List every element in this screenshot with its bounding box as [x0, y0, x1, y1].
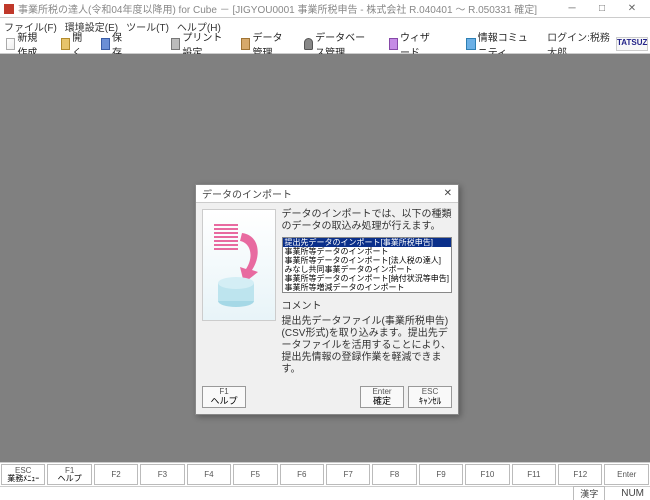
cancel-button[interactable]: ESCｷｬﾝｾﾙ — [408, 386, 452, 408]
comment-label: コメント — [282, 297, 452, 312]
dialog-close-icon[interactable]: ✕ — [444, 188, 452, 199]
ok-button[interactable]: Enter確定 — [360, 386, 404, 408]
new-icon — [6, 38, 15, 50]
list-item[interactable]: 事業所等増減データのインポート — [283, 283, 451, 292]
list-item[interactable]: 事業所等データのインポート[納付状況等申告] — [283, 274, 451, 283]
titlebar: 事業所税の達人(令和04年度以降用) for Cube － [JIGYOU000… — [0, 0, 650, 18]
fkey-f2[interactable]: F2 — [94, 464, 138, 485]
list-item[interactable]: 事業所等データのインポート — [283, 247, 451, 256]
dialog-description: データのインポートでは、以下の種類のデータの取込み処理が行えます。 — [282, 209, 452, 233]
comment-text: 提出先データファイル(事業所税申告)(CSV形式)を取り込みます。提出先データフ… — [282, 316, 452, 376]
help-button[interactable]: F1ヘルプ — [202, 386, 246, 408]
numlock-indicator: NUM — [621, 488, 644, 499]
wizard-icon — [389, 38, 398, 50]
window-title: 事業所税の達人(令和04年度以降用) for Cube － [JIGYOU000… — [18, 1, 558, 16]
fkey-f10[interactable]: F10 — [465, 464, 509, 485]
list-item[interactable]: みなし共同事業データのインポート — [283, 265, 451, 274]
function-key-bar: ESC業務ﾒﾆｭｰF1ヘルプF2F3F4F5F6F7F8F9F10F11F12E… — [0, 462, 650, 486]
printer-icon — [171, 38, 180, 50]
menu-tool[interactable]: ツール(T) — [126, 19, 169, 34]
maximize-button[interactable]: □ — [588, 1, 616, 17]
fkey-f3[interactable]: F3 — [140, 464, 184, 485]
list-item[interactable]: 提出先データのインポート[事業所税申告] — [283, 238, 451, 247]
fkey-f7[interactable]: F7 — [326, 464, 370, 485]
app-icon — [4, 4, 14, 14]
list-item[interactable]: 事業所等データのインポート[法人税の達人] — [283, 256, 451, 265]
ime-indicator: 漢字 — [573, 486, 605, 500]
statusbar: 漢字 NUM — [0, 486, 650, 500]
fkey-f1[interactable]: F1ヘルプ — [47, 464, 91, 485]
workspace: データのインポート ✕ データのインポートでは、以下の種類のデータの取込み処理が… — [0, 54, 650, 462]
fkey-f6[interactable]: F6 — [280, 464, 324, 485]
fkey-f9[interactable]: F9 — [419, 464, 463, 485]
open-icon — [61, 38, 70, 50]
fkey-esc[interactable]: ESC業務ﾒﾆｭｰ — [1, 464, 45, 485]
minimize-button[interactable]: ─ — [558, 1, 586, 17]
toolbar: 新規作成 開く 保存 プリント設定 データ管理 データベース管理 ウィザード 情… — [0, 34, 650, 54]
dialog-titlebar: データのインポート ✕ — [196, 185, 458, 203]
dialog-illustration — [202, 209, 276, 321]
dialog-title: データのインポート — [202, 186, 292, 201]
info-icon — [466, 38, 475, 50]
fkey-f8[interactable]: F8 — [372, 464, 416, 485]
database-icon — [304, 38, 313, 50]
import-dialog: データのインポート ✕ データのインポートでは、以下の種類のデータの取込み処理が… — [195, 184, 459, 415]
brand-logo: TATSUZ — [616, 37, 648, 51]
fkey-f4[interactable]: F4 — [187, 464, 231, 485]
list-item[interactable]: 納付状況等データのインポート — [283, 292, 451, 293]
data-icon — [241, 38, 250, 50]
import-type-list[interactable]: 提出先データのインポート[事業所税申告]事業所等データのインポート事業所等データ… — [282, 237, 452, 293]
fkey-f5[interactable]: F5 — [233, 464, 277, 485]
fkey-enter[interactable]: Enter — [604, 464, 648, 485]
close-button[interactable]: ✕ — [618, 1, 646, 17]
save-icon — [101, 38, 110, 50]
fkey-f11[interactable]: F11 — [512, 464, 556, 485]
fkey-f12[interactable]: F12 — [558, 464, 602, 485]
